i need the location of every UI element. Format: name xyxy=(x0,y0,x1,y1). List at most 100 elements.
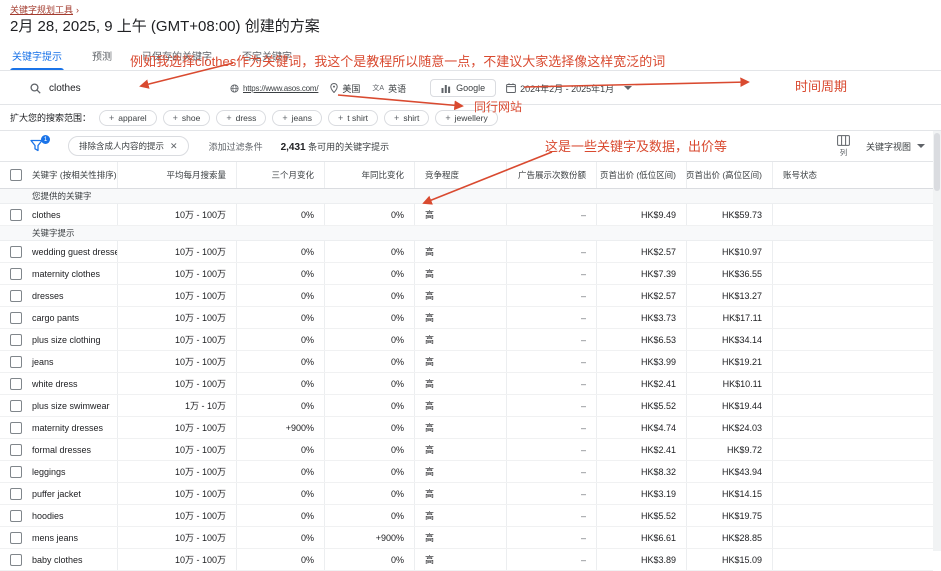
cell-high_bid: HK$10.11 xyxy=(687,373,773,394)
header-low_bid[interactable]: 页首出价 (低位区间) xyxy=(597,162,687,188)
chip-label: apparel xyxy=(118,113,146,123)
cell-status xyxy=(773,263,933,284)
header-status[interactable]: 账号状态 xyxy=(773,162,933,188)
table-row[interactable]: maternity clothes10万 - 100万0%0%高–HK$7.39… xyxy=(0,263,933,285)
header-competition[interactable]: 竞争程度 xyxy=(415,162,507,188)
row-checkbox[interactable] xyxy=(10,488,22,500)
cell-status xyxy=(773,351,933,372)
location-filter[interactable]: 美国 xyxy=(330,82,360,95)
keyword-text: dresses xyxy=(32,291,64,301)
cell-volume: 10万 - 100万 xyxy=(118,461,237,482)
header-keyword[interactable]: 关键字 (按相关性排序) xyxy=(0,162,118,188)
plus-icon: + xyxy=(282,113,287,123)
cell-yoy: 0% xyxy=(325,241,415,262)
select-all-checkbox[interactable] xyxy=(10,169,22,181)
row-checkbox[interactable] xyxy=(10,334,22,346)
filter-button[interactable]: 1 xyxy=(30,139,46,153)
expand-chip-apparel[interactable]: +apparel xyxy=(99,110,157,126)
cell-low_bid: HK$3.89 xyxy=(597,549,687,570)
row-checkbox[interactable] xyxy=(10,422,22,434)
row-checkbox[interactable] xyxy=(10,466,22,478)
vertical-scrollbar[interactable] xyxy=(933,131,941,551)
row-checkbox[interactable] xyxy=(10,356,22,368)
table-row[interactable]: maternity dresses10万 - 100万+900%0%高–HK$4… xyxy=(0,417,933,439)
table-row[interactable]: white dress10万 - 100万0%0%高–HK$2.41HK$10.… xyxy=(0,373,933,395)
cell-ad_share: – xyxy=(507,549,597,570)
row-checkbox[interactable] xyxy=(10,444,22,456)
cell-ad_share: – xyxy=(507,417,597,438)
table-row[interactable]: plus size clothing10万 - 100万0%0%高–HK$6.5… xyxy=(0,329,933,351)
table-row[interactable]: hoodies10万 - 100万0%0%高–HK$5.52HK$19.75 xyxy=(0,505,933,527)
cell-high_bid: HK$17.11 xyxy=(687,307,773,328)
row-checkbox[interactable] xyxy=(10,510,22,522)
table-row[interactable]: wedding guest dresses10万 - 100万0%0%高–HK$… xyxy=(0,241,933,263)
cell-volume: 10万 - 100万 xyxy=(118,439,237,460)
keyword-view-selector[interactable]: 关键字视图 xyxy=(866,140,925,153)
row-checkbox[interactable] xyxy=(10,378,22,390)
expand-chip-dress[interactable]: +dress xyxy=(216,110,266,126)
cell-three_month: 0% xyxy=(237,505,325,526)
cell-high_bid: HK$28.85 xyxy=(687,527,773,548)
section-provided-keywords: 您提供的关键字 xyxy=(0,189,933,204)
table-row[interactable]: plus size swimwear1万 - 10万0%0%高–HK$5.52H… xyxy=(0,395,933,417)
expand-chip-jeans[interactable]: +jeans xyxy=(272,110,322,126)
header-volume[interactable]: 平均每月搜索量 xyxy=(118,162,237,188)
cell-status xyxy=(773,285,933,306)
active-filter-chip[interactable]: 排除含成人内容的提示 ✕ xyxy=(68,136,189,156)
keyword-input-value: clothes xyxy=(49,83,81,94)
cell-low_bid: HK$6.53 xyxy=(597,329,687,350)
chip-label: dress xyxy=(236,113,257,123)
row-checkbox[interactable] xyxy=(10,554,22,566)
tab-关键字提示[interactable]: 关键字提示 xyxy=(10,42,64,69)
cell-competition: 高 xyxy=(415,204,507,225)
cell-competition: 高 xyxy=(415,241,507,262)
header-high_bid[interactable]: 页首出价 (高位区间) xyxy=(687,162,773,188)
table-row[interactable]: baby clothes10万 - 100万0%0%高–HK$3.89HK$15… xyxy=(0,549,933,571)
table-row[interactable]: cargo pants10万 - 100万0%0%高–HK$3.73HK$17.… xyxy=(0,307,933,329)
expand-chip-shirt[interactable]: +shirt xyxy=(384,110,429,126)
table-row[interactable]: jeans10万 - 100万0%0%高–HK$3.99HK$19.21 xyxy=(0,351,933,373)
breadcrumb-link[interactable]: 关键字规划工具 xyxy=(10,5,73,15)
date-range-selector[interactable]: 2024年2月 - 2025年1月 xyxy=(506,82,632,95)
cell-volume: 10万 - 100万 xyxy=(118,527,237,548)
site-filter[interactable]: https://www.asos.com/ xyxy=(230,84,318,93)
columns-icon xyxy=(837,135,850,146)
table-row[interactable]: formal dresses10万 - 100万0%0%高–HK$2.41HK$… xyxy=(0,439,933,461)
row-checkbox[interactable] xyxy=(10,312,22,324)
scrollbar-thumb[interactable] xyxy=(934,133,940,191)
row-checkbox[interactable] xyxy=(10,209,22,221)
cell-yoy: 0% xyxy=(325,417,415,438)
plus-icon: + xyxy=(394,113,399,123)
active-filter-label: 排除含成人内容的提示 xyxy=(79,140,164,152)
header-ad_share[interactable]: 广告展示次数份额 xyxy=(507,162,597,188)
network-selector[interactable]: Google xyxy=(430,79,496,97)
row-checkbox[interactable] xyxy=(10,246,22,258)
cell-status xyxy=(773,329,933,350)
table-row[interactable]: dresses10万 - 100万0%0%高–HK$2.57HK$13.27 xyxy=(0,285,933,307)
row-checkbox[interactable] xyxy=(10,400,22,412)
cell-status xyxy=(773,373,933,394)
row-checkbox[interactable] xyxy=(10,268,22,280)
close-icon[interactable]: ✕ xyxy=(170,141,178,152)
table-row[interactable]: clothes10万 - 100万0%0%高–HK$9.49HK$59.73 xyxy=(0,204,933,226)
table-row[interactable]: mens jeans10万 - 100万0%+900%高–HK$6.61HK$2… xyxy=(0,527,933,549)
row-checkbox[interactable] xyxy=(10,532,22,544)
cell-volume: 10万 - 100万 xyxy=(118,351,237,372)
row-checkbox[interactable] xyxy=(10,290,22,302)
header-yoy[interactable]: 年同比变化 xyxy=(325,162,415,188)
table-row[interactable]: puffer jacket10万 - 100万0%0%高–HK$3.19HK$1… xyxy=(0,483,933,505)
expand-search-row: 扩大您的搜索范围： +apparel+shoe+dress+jeans+t sh… xyxy=(0,105,941,130)
add-filter-button[interactable]: 添加过滤条件 xyxy=(209,140,263,153)
language-filter[interactable]: 文A 英语 xyxy=(372,82,406,95)
cell-volume: 10万 - 100万 xyxy=(118,505,237,526)
tab-预测[interactable]: 预测 xyxy=(90,42,114,69)
columns-button[interactable]: 列 xyxy=(837,135,850,158)
expand-chip-shoe[interactable]: +shoe xyxy=(163,110,211,126)
table-row[interactable]: leggings10万 - 100万0%0%高–HK$8.32HK$43.94 xyxy=(0,461,933,483)
header-three_month[interactable]: 三个月变化 xyxy=(237,162,325,188)
cell-status xyxy=(773,204,933,225)
expand-chip-t shirt[interactable]: +t shirt xyxy=(328,110,378,126)
keyword-search-field[interactable]: clothes xyxy=(30,83,210,94)
cell-three_month: 0% xyxy=(237,351,325,372)
keyword-text: baby clothes xyxy=(32,555,83,565)
